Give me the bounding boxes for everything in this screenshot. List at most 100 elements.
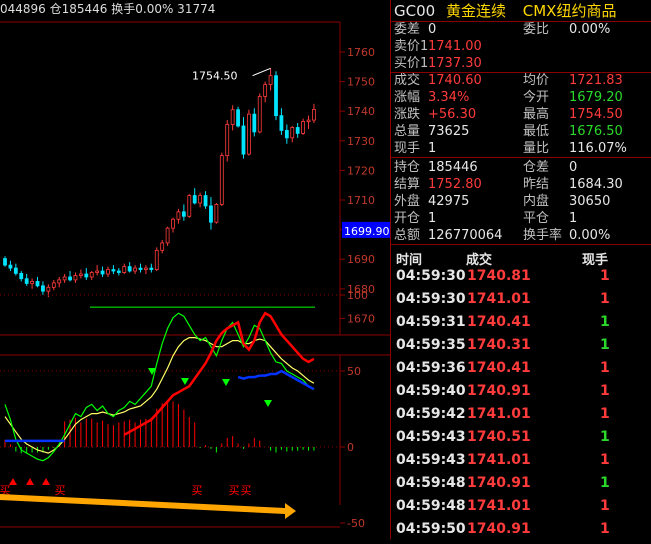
candle bbox=[122, 266, 127, 273]
trade-price: 1740.41 bbox=[467, 314, 531, 330]
trade-volume: 1 bbox=[600, 360, 610, 376]
down-signal-triangle bbox=[181, 378, 189, 385]
trade-volume: 1 bbox=[600, 475, 610, 491]
kline-chart-panel[interactable]: 044896 仓185446 换手0.00% 31774 1760 1750 174… bbox=[0, 0, 390, 539]
candle bbox=[165, 227, 170, 244]
trade-row[interactable]: 04:59:43 1740.51 1 bbox=[391, 429, 651, 452]
candle bbox=[35, 280, 40, 287]
quote-label: 换手率 bbox=[523, 228, 563, 243]
quote-label: 涨跌 bbox=[394, 107, 421, 122]
quote-value: 0.00% bbox=[569, 228, 611, 243]
trade-time: 04:59:35 bbox=[396, 337, 466, 353]
candle bbox=[19, 273, 24, 280]
quote-separator bbox=[391, 72, 651, 73]
quote-value: 1676.50 bbox=[569, 124, 623, 139]
candle bbox=[176, 211, 181, 220]
candle bbox=[171, 218, 175, 229]
quote-label: 卖价1 bbox=[394, 39, 429, 54]
candle bbox=[312, 109, 316, 121]
trade-row[interactable]: 04:59:50 1740.91 1 bbox=[391, 521, 651, 544]
quote-value: 116.07% bbox=[569, 141, 627, 156]
quote-value: 1754.50 bbox=[569, 107, 623, 122]
trade-volume: 1 bbox=[600, 521, 610, 537]
buy-signal-marker: 买 bbox=[241, 484, 252, 497]
trade-volume: 1 bbox=[600, 429, 610, 445]
trade-row[interactable]: 04:59:48 1740.91 1 bbox=[391, 475, 651, 498]
candle bbox=[111, 269, 116, 272]
candle bbox=[187, 195, 192, 217]
candle bbox=[84, 273, 89, 278]
trade-row[interactable]: 04:59:36 1740.41 1 bbox=[391, 360, 651, 383]
price-axis-label: 1710 bbox=[347, 194, 375, 207]
trade-volume: 1 bbox=[600, 406, 610, 422]
candle bbox=[219, 155, 224, 205]
trade-row[interactable]: 04:59:35 1740.31 1 bbox=[391, 337, 651, 360]
quote-value: 1 bbox=[569, 211, 578, 226]
trade-price: 1741.01 bbox=[467, 498, 531, 514]
trade-price: 1740.91 bbox=[467, 383, 531, 399]
trade-volume: 1 bbox=[600, 452, 610, 468]
candle bbox=[51, 282, 56, 288]
candle bbox=[301, 121, 306, 134]
trade-row[interactable]: 04:59:42 1741.01 1 bbox=[391, 406, 651, 429]
candle bbox=[252, 113, 257, 133]
trade-separator bbox=[391, 244, 651, 245]
trade-time: 04:59:40 bbox=[396, 383, 466, 399]
candle bbox=[257, 96, 262, 133]
trade-time: 04:59:50 bbox=[396, 521, 466, 537]
candle bbox=[24, 278, 29, 284]
candle bbox=[279, 115, 284, 131]
candle bbox=[295, 127, 300, 134]
candle bbox=[306, 119, 311, 122]
candle bbox=[203, 195, 208, 207]
indicator-axis-label: 100 bbox=[347, 289, 368, 302]
trade-row[interactable]: 04:59:48 1741.01 1 bbox=[391, 498, 651, 521]
trade-time: 04:59:42 bbox=[396, 406, 466, 422]
candle bbox=[214, 204, 219, 223]
candle bbox=[274, 75, 278, 117]
candle bbox=[78, 273, 83, 276]
candle bbox=[241, 125, 246, 155]
quote-label: 量比 bbox=[523, 141, 550, 156]
quote-value: 73625 bbox=[428, 124, 470, 139]
quote-value: 126770064 bbox=[428, 228, 503, 243]
quote-label: 内盘 bbox=[523, 194, 550, 209]
trade-price: 1740.91 bbox=[467, 475, 531, 491]
quote-label: 总量 bbox=[394, 124, 421, 139]
trend-arrow bbox=[0, 494, 296, 519]
buy-signal-marker: 买 bbox=[192, 484, 203, 497]
candle bbox=[138, 267, 143, 270]
candle bbox=[154, 249, 159, 270]
quote-panel: GC00 黄金连续 CMX纽约商品 委差 0 委比 0.00% 卖价1 1741.00 买价… bbox=[391, 0, 651, 539]
quote-value: 185446 bbox=[428, 160, 478, 175]
quote-header: GC00 黄金连续 CMX纽约商品 bbox=[394, 1, 616, 21]
candle bbox=[116, 270, 121, 273]
down-signal-triangle bbox=[222, 379, 230, 386]
price-axis-label: 1740 bbox=[347, 105, 375, 118]
trade-price: 1740.41 bbox=[467, 360, 531, 376]
quote-value: 0.00% bbox=[569, 22, 611, 37]
quote-label: 开仓 bbox=[394, 211, 421, 226]
trade-price: 1741.01 bbox=[467, 452, 531, 468]
candle bbox=[209, 205, 213, 223]
kline-chart[interactable]: 1760175017401730172017101700169016801670… bbox=[0, 0, 390, 539]
candle bbox=[57, 279, 62, 284]
quote-value: 1752.80 bbox=[428, 177, 482, 192]
trade-price: 1741.01 bbox=[467, 291, 531, 307]
candle bbox=[8, 264, 13, 269]
trade-row[interactable]: 04:59:40 1740.91 1 bbox=[391, 383, 651, 406]
candle bbox=[160, 242, 165, 251]
candle bbox=[73, 275, 78, 281]
contract-name: 黄金连续 bbox=[445, 2, 506, 20]
trade-volume: 1 bbox=[600, 314, 610, 330]
trade-price: 1740.31 bbox=[467, 337, 531, 353]
trade-row[interactable]: 04:59:31 1740.41 1 bbox=[391, 314, 651, 337]
quote-label: 昨结 bbox=[523, 177, 550, 192]
trade-row[interactable]: 04:59:30 1740.81 1 bbox=[391, 268, 651, 291]
buy-signal-marker: 买 bbox=[229, 484, 240, 497]
trade-row[interactable]: 04:59:30 1741.01 1 bbox=[391, 291, 651, 314]
trade-price: 1741.01 bbox=[467, 406, 531, 422]
price-axis-label: 1750 bbox=[347, 76, 375, 89]
trade-row[interactable]: 04:59:43 1741.01 1 bbox=[391, 452, 651, 475]
candle bbox=[62, 276, 67, 281]
